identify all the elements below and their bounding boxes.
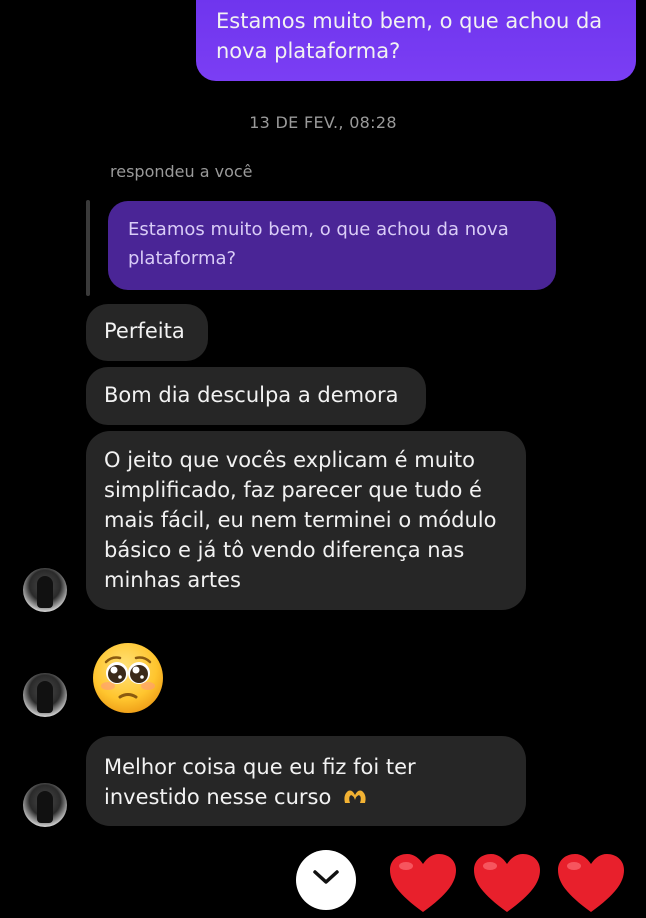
heart-hands-icon bbox=[342, 785, 368, 815]
reply-indicator-bar bbox=[86, 200, 90, 296]
heart-icon[interactable] bbox=[472, 852, 542, 914]
incoming-message[interactable]: Melhor coisa que eu fiz foi ter investid… bbox=[86, 736, 526, 826]
message-text: Bom dia desculpa a demora bbox=[104, 383, 399, 407]
quoted-message[interactable]: Estamos muito bem, o que achou da nova p… bbox=[108, 201, 556, 290]
message-text: Perfeita bbox=[104, 319, 185, 343]
message-text: Estamos muito bem, o que achou da nova p… bbox=[216, 9, 603, 63]
pleading-face-icon[interactable] bbox=[90, 640, 166, 716]
heart-icon[interactable] bbox=[556, 852, 626, 914]
reply-label: respondeu a você bbox=[110, 162, 253, 181]
sender-avatar[interactable] bbox=[23, 568, 67, 612]
sender-avatar[interactable] bbox=[23, 783, 67, 827]
message-text: Melhor coisa que eu fiz foi ter investid… bbox=[104, 755, 416, 809]
heart-icon[interactable] bbox=[388, 852, 458, 914]
chevron-down-icon bbox=[313, 870, 339, 884]
message-text: O jeito que vocês explicam é muito simpl… bbox=[104, 448, 497, 592]
sender-avatar[interactable] bbox=[23, 673, 67, 717]
message-timestamp: 13 DE FEV., 08:28 bbox=[249, 113, 397, 132]
incoming-message[interactable]: Perfeita bbox=[86, 304, 208, 361]
quoted-text: Estamos muito bem, o que achou da nova p… bbox=[128, 219, 509, 269]
outgoing-message[interactable]: Estamos muito bem, o que achou da nova p… bbox=[196, 0, 636, 81]
scroll-down-button[interactable] bbox=[296, 850, 356, 910]
incoming-message[interactable]: Bom dia desculpa a demora bbox=[86, 367, 426, 425]
incoming-message[interactable]: O jeito que vocês explicam é muito simpl… bbox=[86, 431, 526, 610]
